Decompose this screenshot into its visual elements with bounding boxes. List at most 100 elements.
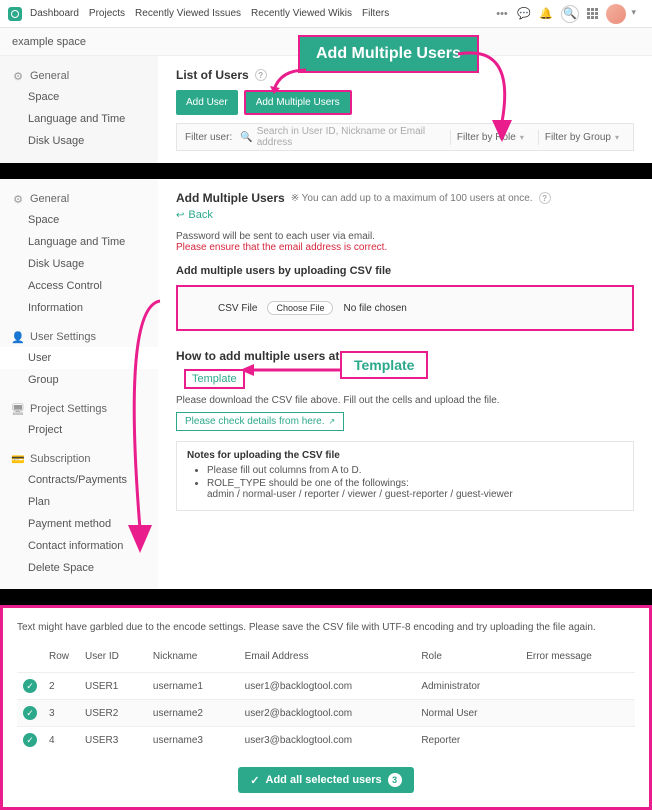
add-user-button[interactable]: Add User — [176, 90, 238, 115]
template-link[interactable]: Template — [192, 373, 237, 385]
no-file-label: No file chosen — [343, 303, 406, 314]
bell-icon[interactable]: 🔔 — [539, 7, 553, 21]
download-note: Please download the CSV file above. Fill… — [176, 395, 634, 406]
col-email: Email Address — [239, 647, 416, 673]
sidebar-item-user[interactable]: User — [0, 347, 158, 369]
search-input[interactable]: Search in User ID, Nickname or Email add… — [257, 126, 442, 148]
count-badge: 3 — [388, 773, 402, 787]
nav-projects[interactable]: Projects — [89, 8, 125, 19]
avatar[interactable] — [606, 4, 626, 24]
add-multiple-users-button[interactable]: Add Multiple Users — [244, 90, 352, 115]
nav-filters[interactable]: Filters — [362, 8, 389, 19]
credit-icon: 💳 — [12, 453, 24, 465]
cell-email: user3@backlogtool.com — [239, 727, 416, 754]
notes-box: Notes for uploading the CSV file Please … — [176, 441, 634, 511]
table-row: ✓ 3 USER2 username2 user2@backlogtool.co… — [17, 700, 635, 727]
cell-row: 4 — [43, 727, 79, 754]
user-icon: 👤 — [12, 331, 24, 343]
sidebar-item-delete[interactable]: Delete Space — [0, 557, 158, 579]
add-all-button[interactable]: Add all selected users 3 — [238, 767, 413, 793]
filter-role-dropdown[interactable]: Filter by Role — [450, 130, 530, 145]
cell-nick: username2 — [147, 700, 239, 727]
cell-role: Reporter — [415, 727, 520, 754]
chat-icon[interactable]: 💬 — [517, 7, 531, 21]
sidebar-item-disk[interactable]: Disk Usage — [0, 130, 158, 152]
col-userid: User ID — [79, 647, 147, 673]
cell-error — [520, 673, 635, 700]
cell-nick: username1 — [147, 673, 239, 700]
sidebar-item-contact[interactable]: Contact information — [0, 535, 158, 557]
cell-row: 2 — [43, 673, 79, 700]
col-error: Error message — [520, 647, 635, 673]
csv-label: CSV File — [218, 303, 257, 314]
filter-label: Filter user: — [185, 132, 232, 143]
apps-icon[interactable] — [587, 8, 598, 19]
cell-userid: USER2 — [79, 700, 147, 727]
cell-error — [520, 700, 635, 727]
upload-box: CSV File Choose File No file chosen — [176, 285, 634, 331]
cell-error — [520, 727, 635, 754]
sidebar-item-space[interactable]: Space — [0, 209, 158, 231]
ensure-note: Please ensure that the email address is … — [176, 242, 634, 253]
sidebar-head-subscription: Subscription — [30, 453, 91, 465]
sidebar-item-access[interactable]: Access Control — [0, 275, 158, 297]
gear-icon: ⚙ — [12, 70, 24, 82]
sidebar-item-payment[interactable]: Payment method — [0, 513, 158, 535]
table-row: ✓ 2 USER1 username1 user1@backlogtool.co… — [17, 673, 635, 700]
check-icon[interactable]: ✓ — [23, 679, 37, 693]
cell-role: Normal User — [415, 700, 520, 727]
sidebar-item-language[interactable]: Language and Time — [0, 231, 158, 253]
cell-email: user1@backlogtool.com — [239, 673, 416, 700]
sidebar-item-info[interactable]: Information — [0, 297, 158, 319]
password-note: Password will be sent to each user via e… — [176, 231, 634, 242]
nav-recent-wikis[interactable]: Recently Viewed Wikis — [251, 8, 352, 19]
sidebar-item-disk[interactable]: Disk Usage — [0, 253, 158, 275]
note-item: ROLE_TYPE should be one of the following… — [207, 478, 623, 500]
gear-icon: ⚙ — [12, 193, 24, 205]
callout-add-multiple: Add Multiple Users — [298, 35, 479, 73]
check-icon[interactable]: ✓ — [23, 733, 37, 747]
users-table: Row User ID Nickname Email Address Role … — [17, 647, 635, 753]
help-icon[interactable]: ? — [539, 192, 551, 204]
max-note: ※ You can add up to a maximum of 100 use… — [291, 193, 533, 204]
sidebar-item-project[interactable]: Project — [0, 419, 158, 441]
nav-dashboard[interactable]: Dashboard — [30, 8, 79, 19]
sidebar-head-general: General — [30, 193, 69, 205]
cell-userid: USER3 — [79, 727, 147, 754]
sidebar: ⚙ General Space Language and Time Disk Us… — [0, 179, 158, 589]
sidebar-head-usersettings: User Settings — [30, 331, 96, 343]
upload-result-panel: Text might have garbled due to the encod… — [0, 605, 652, 810]
more-icon[interactable]: ••• — [495, 7, 509, 21]
callout-template: Template — [340, 351, 428, 379]
details-link[interactable]: Please check details from here. — [176, 412, 344, 431]
nav-recent-issues[interactable]: Recently Viewed Issues — [135, 8, 241, 19]
help-icon[interactable]: ? — [255, 69, 267, 81]
cell-email: user2@backlogtool.com — [239, 700, 416, 727]
add-all-label: Add all selected users — [266, 774, 382, 786]
back-link[interactable]: Back — [176, 209, 634, 221]
sidebar-item-group[interactable]: Group — [0, 369, 158, 391]
table-row: ✓ 4 USER3 username3 user3@backlogtool.co… — [17, 727, 635, 754]
monitor-icon: 🖥 — [12, 403, 24, 415]
sidebar-item-space[interactable]: Space — [0, 86, 158, 108]
sidebar-item-plan[interactable]: Plan — [0, 491, 158, 513]
col-nick: Nickname — [147, 647, 239, 673]
top-nav: Dashboard Projects Recently Viewed Issue… — [0, 0, 652, 28]
choose-file-button[interactable]: Choose File — [267, 301, 333, 315]
sidebar-item-language[interactable]: Language and Time — [0, 108, 158, 130]
filter-bar: Filter user: 🔍Search in User ID, Nicknam… — [176, 123, 634, 151]
filter-group-dropdown[interactable]: Filter by Group — [538, 130, 625, 145]
check-icon[interactable]: ✓ — [23, 706, 37, 720]
sidebar-item-contracts[interactable]: Contracts/Payments — [0, 469, 158, 491]
note-item: Please fill out columns from A to D. — [207, 465, 623, 476]
sidebar: ⚙General Space Language and Time Disk Us… — [0, 56, 158, 163]
page-title: List of Users — [176, 68, 249, 82]
page-title: Add Multiple Users — [176, 191, 285, 205]
notes-heading: Notes for uploading the CSV file — [187, 450, 623, 461]
cell-nick: username3 — [147, 727, 239, 754]
sidebar-head-project: Project Settings — [30, 403, 107, 415]
encoding-warning: Text might have garbled due to the encod… — [17, 622, 635, 633]
cell-role: Administrator — [415, 673, 520, 700]
col-check — [17, 647, 43, 673]
search-icon[interactable]: 🔍 — [561, 5, 579, 23]
